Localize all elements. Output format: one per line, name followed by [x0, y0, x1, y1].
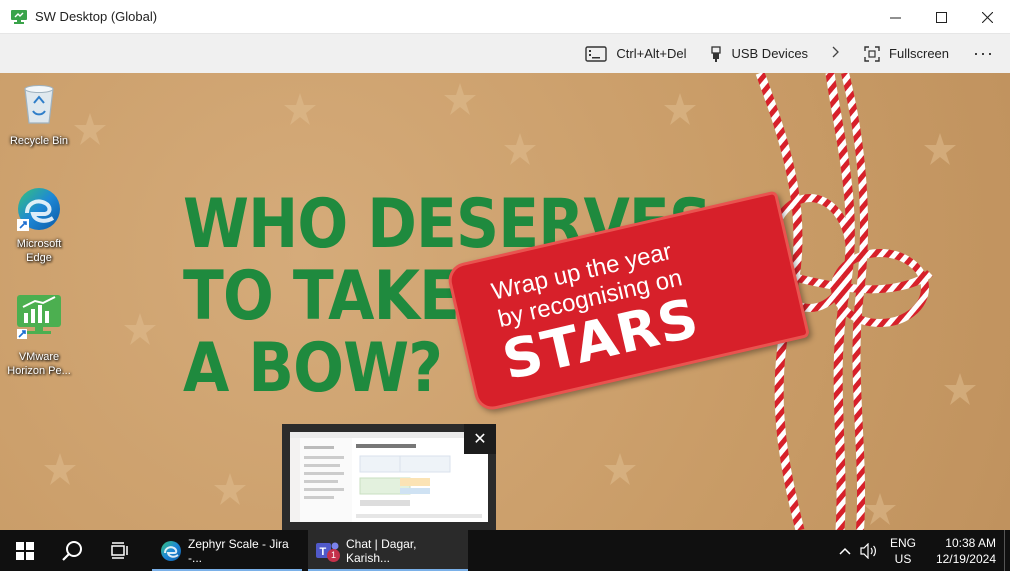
usb-devices-expand-button[interactable]	[832, 46, 840, 61]
taskbar-app-label: Zephyr Scale - Jira -...	[188, 536, 289, 565]
notification-badge: 1	[327, 548, 340, 562]
more-options-icon: ···	[973, 43, 994, 63]
edge-icon	[15, 185, 63, 233]
close-button[interactable]	[964, 0, 1010, 34]
usb-icon	[710, 45, 722, 62]
maximize-icon	[935, 11, 947, 23]
minimize-button[interactable]	[872, 0, 918, 34]
preview-thumbnail[interactable]	[290, 432, 488, 522]
fullscreen-button[interactable]: Fullscreen	[864, 45, 950, 62]
task-view-button[interactable]	[96, 530, 144, 571]
taskbar-app-label: Chat | Dagar, Karish...	[346, 536, 417, 565]
window-title: SW Desktop (Global)	[35, 9, 158, 24]
usb-devices-button[interactable]: USB Devices	[710, 45, 809, 62]
taskbar-app-zephyr-scale[interactable]: Zephyr Scale - Jira -...	[152, 530, 302, 571]
edge-icon	[160, 540, 182, 562]
desktop-icon-recycle-bin[interactable]: Recycle Bin	[0, 81, 78, 148]
horizon-toolbar: Ctrl+Alt+Del USB Devices Fullscreen ···	[0, 34, 1010, 73]
desktop-icon-label: VMware Horizon Pe...	[7, 351, 71, 377]
taskbar-app-teams-chat[interactable]: T 1 Chat | Dagar, Karish...	[308, 530, 468, 571]
chevron-right-icon	[832, 46, 840, 61]
language-label: ENG	[889, 535, 916, 550]
teams-icon: T 1	[316, 540, 340, 562]
region-label: US	[894, 551, 912, 566]
clock-time: 10:38 AM	[945, 535, 996, 550]
search-icon	[62, 540, 82, 561]
minimize-icon	[889, 17, 901, 18]
recycle-bin-icon	[19, 81, 59, 130]
remote-desktop[interactable]: WHO DESERVES TO TAKE A BOW? Wrap up the …	[0, 73, 1010, 530]
ctrl-alt-del-label: Ctrl+Alt+Del	[616, 46, 687, 61]
fullscreen-icon	[864, 45, 880, 62]
vmware-horizon-icon	[15, 293, 63, 346]
desktop-icon-vmware-horizon[interactable]: VMware Horizon Pe...	[0, 293, 78, 378]
usb-devices-label: USB Devices	[731, 46, 809, 61]
fullscreen-label: Fullscreen	[889, 46, 950, 61]
svg-text:T: T	[320, 546, 327, 558]
show-hidden-icons-button[interactable]	[834, 530, 856, 571]
input-language-button[interactable]: ENG US	[886, 535, 920, 567]
close-icon: ✕	[473, 431, 487, 448]
window-controls	[872, 0, 1010, 34]
preview-close-button[interactable]: ✕	[464, 424, 496, 454]
clock-button[interactable]: 10:38 AM 12/19/2024	[926, 535, 996, 567]
desktop-icon-label: Recycle Bin	[9, 135, 69, 147]
volume-icon	[860, 542, 876, 559]
horizon-app-icon	[11, 9, 27, 24]
more-options-button[interactable]: ···	[973, 43, 994, 64]
windows-logo-icon	[16, 541, 34, 560]
taskbar: Zephyr Scale - Jira -... T 1 Chat | Daga…	[0, 530, 1010, 571]
task-view-icon	[111, 541, 128, 559]
taskbar-window-preview[interactable]: ✕	[282, 424, 496, 530]
chevron-up-icon	[839, 547, 851, 555]
system-tray: ENG US 10:38 AM 12/19/2024	[834, 530, 1010, 571]
keyboard-icon	[585, 45, 608, 62]
start-button[interactable]	[0, 530, 50, 571]
title-bar: SW Desktop (Global)	[0, 0, 1010, 34]
maximize-button[interactable]	[918, 0, 964, 34]
desktop-icon-label: Microsoft Edge	[16, 238, 62, 264]
close-icon	[981, 11, 993, 23]
volume-button[interactable]	[856, 530, 882, 571]
show-desktop-button[interactable]	[1004, 530, 1010, 571]
search-button[interactable]	[50, 530, 96, 571]
teams-window-thumbnail	[290, 432, 488, 522]
ctrl-alt-del-button[interactable]: Ctrl+Alt+Del	[585, 45, 687, 62]
desktop-icon-microsoft-edge[interactable]: Microsoft Edge	[0, 185, 78, 265]
clock-date: 12/19/2024	[935, 551, 996, 566]
